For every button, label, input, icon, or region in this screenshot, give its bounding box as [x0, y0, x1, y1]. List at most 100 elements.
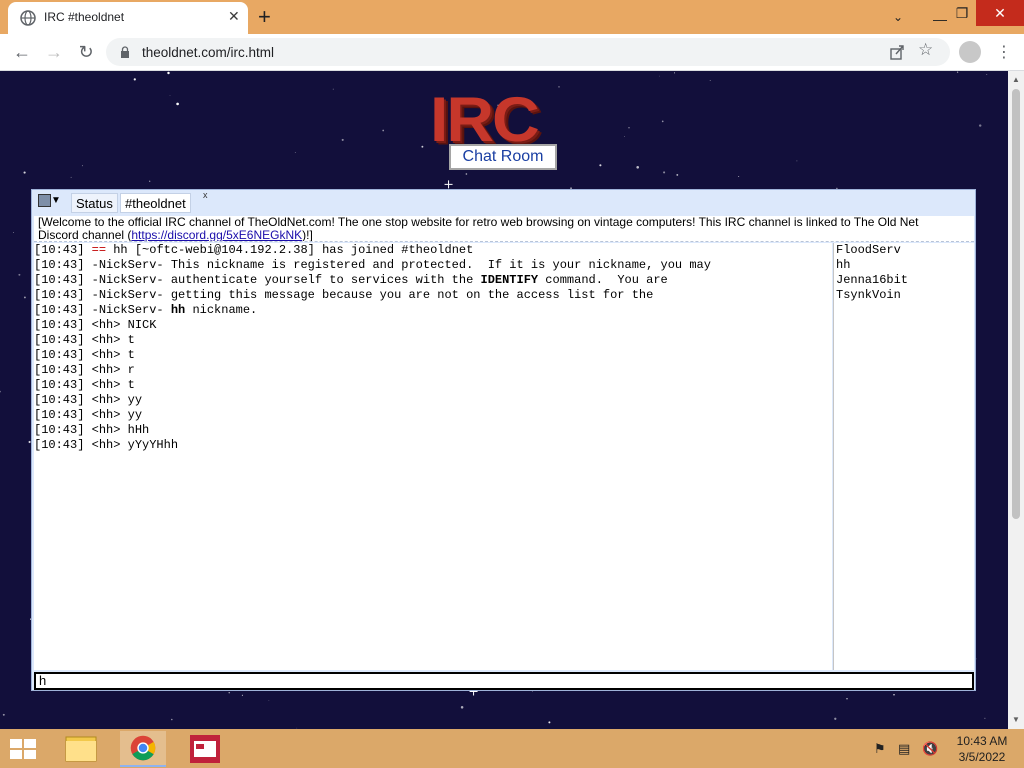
message-input[interactable]: h: [34, 672, 974, 690]
chrome-icon[interactable]: [120, 731, 166, 767]
tab-search-icon[interactable]: ⌄: [878, 4, 918, 30]
star: [149, 180, 151, 182]
close-window-button[interactable]: ✕: [976, 0, 1024, 26]
star: [663, 171, 666, 174]
channel-topic: [Welcome to the official IRC channel of …: [34, 216, 974, 242]
kebab-menu-icon[interactable]: ⋮: [996, 42, 1012, 62]
user-list-item[interactable]: Jenna16bit: [836, 273, 974, 288]
windows-taskbar: ⚑ ▤ 🔇 10:43 AM 3/5/2022: [0, 729, 1024, 768]
message-line: [10:43] -NickServ- authenticate yourself…: [34, 273, 832, 288]
irc-tab-bar: ▼ Status #theoldnet x: [32, 190, 975, 214]
star: [171, 718, 173, 721]
tab-status[interactable]: Status: [71, 193, 118, 213]
scroll-up-icon[interactable]: ▲: [1012, 75, 1020, 84]
forward-arrow-icon[interactable]: →: [41, 39, 67, 65]
message-line: [10:43] <hh> hHh: [34, 423, 832, 438]
message-text: <hh> t: [84, 378, 135, 392]
profile-avatar-icon[interactable]: [959, 41, 981, 63]
irc-applet: ▼ Status #theoldnet x [Welcome to the of…: [31, 189, 976, 691]
lock-icon[interactable]: [120, 46, 130, 58]
message-line: [10:43] <hh> t: [34, 333, 832, 348]
join-marker: ==: [91, 243, 107, 257]
star: [241, 694, 243, 696]
message-timestamp: [10:43]: [34, 363, 85, 377]
message-log: [10:43] == hh [~oftc-webi@104.192.2.38] …: [34, 243, 832, 670]
star: [13, 231, 15, 233]
share-icon[interactable]: [888, 43, 906, 61]
star: [23, 296, 26, 299]
address-bar[interactable]: theoldnet.com/irc.html ☆: [106, 38, 950, 66]
reload-icon[interactable]: ↻: [73, 39, 99, 65]
star: [341, 138, 344, 141]
discord-link[interactable]: https://discord.gg/5xE6NEGkNK: [131, 228, 302, 242]
bookmark-star-icon[interactable]: ☆: [918, 40, 933, 60]
app-window-icon[interactable]: [182, 731, 228, 767]
star: [294, 151, 296, 153]
user-list-item[interactable]: hh: [836, 258, 974, 273]
topic-prefix: Discord channel (: [38, 228, 132, 242]
star: [2, 713, 5, 716]
browser-tab[interactable]: IRC #theoldnet ✕: [8, 2, 248, 34]
message-text: <hh> yy: [84, 408, 143, 422]
user-list-item[interactable]: FloodServ: [836, 243, 974, 258]
url-text[interactable]: theoldnet.com/irc.html: [142, 45, 274, 60]
message-text: -NickServ- This nickname is registered a…: [84, 258, 711, 272]
message-line: [10:43] -NickServ- hh nickname.: [34, 303, 832, 318]
star: [956, 71, 959, 73]
message-text: <hh> t: [84, 333, 135, 347]
message-timestamp: [10:43]: [34, 273, 85, 287]
message-timestamp: [10:43]: [34, 243, 85, 257]
message-input-text[interactable]: h: [39, 674, 46, 688]
star: [18, 273, 21, 276]
irc-menu-button[interactable]: ▼: [38, 194, 66, 211]
volume-muted-icon[interactable]: 🔇: [922, 741, 938, 757]
topic-line-2: Discord channel (https://discord.gg/5xE6…: [38, 229, 974, 242]
message-text: <hh> yYyYHhh: [84, 438, 179, 452]
star: [984, 717, 986, 719]
star: [176, 102, 179, 106]
tab-close-icon[interactable]: ✕: [228, 8, 240, 25]
message-text: <hh> yy: [84, 393, 143, 407]
message-line: [10:43] <hh> yy: [34, 408, 832, 423]
scroll-thumb[interactable]: [1012, 89, 1020, 519]
message-timestamp: [10:43]: [34, 378, 85, 392]
chat-room-button[interactable]: Chat Room: [449, 144, 557, 170]
message-text: -NickServ-: [84, 303, 171, 317]
star: [986, 73, 988, 75]
message-bold-text: IDENTIFY: [480, 273, 539, 287]
message-timestamp: [10:43]: [34, 408, 85, 422]
message-text: <hh> NICK: [84, 318, 157, 332]
user-list-item[interactable]: TsynkVoin: [836, 288, 974, 303]
message-timestamp: [10:43]: [34, 318, 85, 332]
star: [23, 171, 26, 174]
new-tab-button[interactable]: +: [258, 3, 271, 31]
back-arrow-icon[interactable]: ←: [9, 39, 35, 65]
message-timestamp: [10:43]: [34, 393, 85, 407]
sparkle-star: [444, 180, 453, 189]
star: [673, 72, 676, 74]
star: [846, 697, 848, 700]
irc-menu-icon: [38, 194, 51, 207]
page-scrollbar[interactable]: ▲ ▼: [1008, 71, 1024, 729]
user-list: FloodServ hh Jenna16bit TsynkVoin: [833, 243, 974, 670]
system-clock[interactable]: 10:43 AM 3/5/2022: [952, 733, 1012, 765]
message-line: [10:43] == hh [~oftc-webi@104.192.2.38] …: [34, 243, 832, 258]
dropdown-arrow-icon: ▼: [51, 195, 61, 206]
star: [636, 166, 639, 169]
network-icon[interactable]: ▤: [898, 741, 910, 757]
file-explorer-icon[interactable]: [58, 731, 104, 767]
star: [659, 75, 661, 77]
message-line: [10:43] <hh> t: [34, 378, 832, 393]
tab-theoldnet[interactable]: #theoldnet: [120, 193, 191, 213]
scroll-down-icon[interactable]: ▼: [1012, 715, 1020, 724]
star: [70, 176, 72, 178]
close-channel-tab-icon[interactable]: x: [203, 190, 208, 200]
message-line: [10:43] <hh> r: [34, 363, 832, 378]
message-timestamp: [10:43]: [34, 303, 85, 317]
clock-time: 10:43 AM: [956, 734, 1008, 748]
star: [709, 80, 711, 82]
star: [796, 160, 798, 162]
action-center-flag-icon[interactable]: ⚑: [874, 741, 886, 757]
message-text-after: nickname.: [185, 303, 258, 317]
windows-start-icon[interactable]: [8, 737, 38, 761]
